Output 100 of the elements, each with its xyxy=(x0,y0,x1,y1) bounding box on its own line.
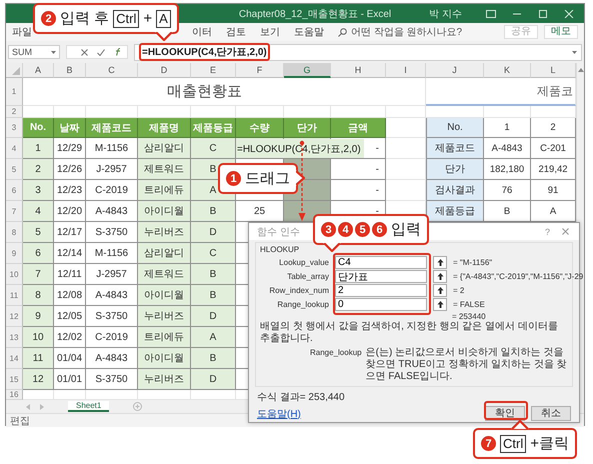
ribbon-tab[interactable]: 검토 xyxy=(226,25,246,39)
close-icon xyxy=(564,10,574,18)
column-header[interactable]: F xyxy=(236,63,284,78)
table-cell: B xyxy=(484,201,531,222)
table-cell: 11 xyxy=(23,348,54,369)
row-header[interactable]: 14 xyxy=(6,348,23,369)
row-header[interactable]: 8 xyxy=(6,222,23,243)
row-label: 검사결과 xyxy=(426,180,484,201)
formula-field[interactable]: =HLOOKUP(C4,단가표,2,0) xyxy=(134,44,582,60)
row-header[interactable]: 2 xyxy=(6,106,23,118)
column-header[interactable]: A xyxy=(23,63,54,78)
table-cell: 3 xyxy=(23,180,54,201)
table-cell: A-4843 xyxy=(86,201,138,222)
collapse-button[interactable] xyxy=(433,298,447,311)
collapse-button[interactable] xyxy=(433,256,447,269)
close-icon xyxy=(562,228,569,235)
table-cell: A-4843 xyxy=(484,138,531,159)
row-header[interactable]: 1 xyxy=(6,78,23,106)
table-cell: 7 xyxy=(23,264,54,285)
caret-icon xyxy=(572,50,577,54)
cell-editor[interactable]: =HLOOKUP(C4,단가표,2,0) xyxy=(236,139,364,158)
argument-description: 은(는) 논리값으로서 비슷하게 일치하는 것을 찾으면 TRUE이고 정확하게 일치하는 것을 찾으면 FALSE입니다. xyxy=(366,347,568,383)
argument-field[interactable]: 0 xyxy=(335,298,427,311)
step-number: 7 xyxy=(481,436,496,451)
column-heading: 금액 xyxy=(331,118,386,138)
table-cell: D xyxy=(191,306,236,327)
table-cell: 2 xyxy=(23,159,54,180)
function-description: 배열의 첫 행에서 값을 검색하여, 지정한 행의 같은 열에서 데이터를 추출합니다. xyxy=(260,321,559,345)
row-header[interactable]: 4 xyxy=(6,138,23,159)
column-header[interactable]: H xyxy=(331,63,386,78)
argument-result: = "M-1156" xyxy=(453,258,494,267)
memo-button[interactable]: 메모 xyxy=(544,25,578,39)
row-label: 단가 xyxy=(426,159,484,180)
argument-field[interactable]: 2 xyxy=(335,284,427,297)
table-cell: D xyxy=(191,369,236,390)
window-title: Chapter08_12_매출현황표 - Excel xyxy=(238,8,392,20)
table-cell: 9 xyxy=(23,306,54,327)
row-header[interactable]: 13 xyxy=(6,327,23,348)
cancel-icon xyxy=(81,48,88,56)
table-cell: 182,180 xyxy=(484,159,531,180)
row-header[interactable]: 9 xyxy=(6,243,23,264)
table-cell: 제트워드 xyxy=(138,264,191,285)
formula-result: 수식 결과= 253,440 xyxy=(257,391,346,404)
column-heading: 수량 xyxy=(236,118,284,138)
argument-name: Range_lookup xyxy=(310,347,362,359)
table-cell: B xyxy=(191,264,236,285)
dialog-button[interactable]: 취소 xyxy=(531,406,571,421)
key-cap: Ctrl xyxy=(113,10,140,28)
row-header[interactable]: 15 xyxy=(6,369,23,390)
table-cell: 01/01 xyxy=(54,369,86,390)
step-number: 6 xyxy=(372,222,387,237)
table-cell: 6 xyxy=(23,243,54,264)
table-cell: 01/04 xyxy=(54,348,86,369)
argument-field[interactable]: 단가표 xyxy=(335,270,427,283)
table-cell: 12/14 xyxy=(54,243,86,264)
table-cell: S-3750 xyxy=(86,222,138,243)
column-header[interactable]: K xyxy=(484,63,531,78)
sheet-tab[interactable]: Sheet1 xyxy=(68,401,110,412)
help-link[interactable]: 도움말(H) xyxy=(257,406,301,420)
table-cell: 10 xyxy=(23,327,54,348)
row-header[interactable]: 5 xyxy=(6,159,23,180)
search-field[interactable]: 어떤 작업을 원하시나요? xyxy=(351,25,462,39)
ribbon-tab[interactable]: 도움말 xyxy=(294,25,324,39)
table-cell: S-3750 xyxy=(86,306,138,327)
row-header[interactable]: 7 xyxy=(6,201,23,222)
status-text: 편집 xyxy=(10,414,30,428)
table-cell: 누리버즈 xyxy=(138,306,191,327)
ribbon-tab[interactable]: 이터 xyxy=(192,25,212,39)
collapse-button[interactable] xyxy=(433,270,447,283)
ribbon-tab[interactable]: 보기 xyxy=(260,25,280,39)
row-header[interactable]: 3 xyxy=(6,118,23,138)
callout-text: 입력 후 xyxy=(60,9,110,28)
row-header[interactable]: 12 xyxy=(6,306,23,327)
name-box[interactable]: SUM xyxy=(8,45,60,59)
row-header[interactable]: 11 xyxy=(6,285,23,306)
argument-label: Row_index_num xyxy=(268,286,329,295)
row-header[interactable]: 16 xyxy=(6,390,23,400)
column-header[interactable]: J xyxy=(426,63,484,78)
table-cell: 누리버즈 xyxy=(138,369,191,390)
collapse-button[interactable] xyxy=(433,284,447,297)
row-label: 제품코드 xyxy=(426,138,484,159)
ribbon-tab[interactable]: 파일 xyxy=(12,25,32,39)
column-header[interactable]: I xyxy=(386,63,426,78)
table-cell: 219,42 xyxy=(531,159,576,180)
callout-text: +클릭 xyxy=(530,434,569,453)
argument-field[interactable]: C4 xyxy=(335,256,427,269)
sheet-title: 매출현황표 xyxy=(23,78,386,106)
row-header[interactable]: 6 xyxy=(6,180,23,201)
caret-icon xyxy=(51,50,56,54)
column-header[interactable]: E xyxy=(191,63,236,78)
row-header[interactable]: 10 xyxy=(6,264,23,285)
column-header[interactable]: D xyxy=(138,63,191,78)
table-cell: 91 xyxy=(531,180,576,201)
table-cell: S-3750 xyxy=(86,369,138,390)
column-header[interactable]: C xyxy=(86,63,138,78)
empty-cell xyxy=(386,106,426,118)
column-header[interactable]: B xyxy=(54,63,86,78)
table-cell: 12/17 xyxy=(54,222,86,243)
column-header[interactable]: L xyxy=(531,63,576,78)
column-header[interactable]: G xyxy=(284,63,331,78)
